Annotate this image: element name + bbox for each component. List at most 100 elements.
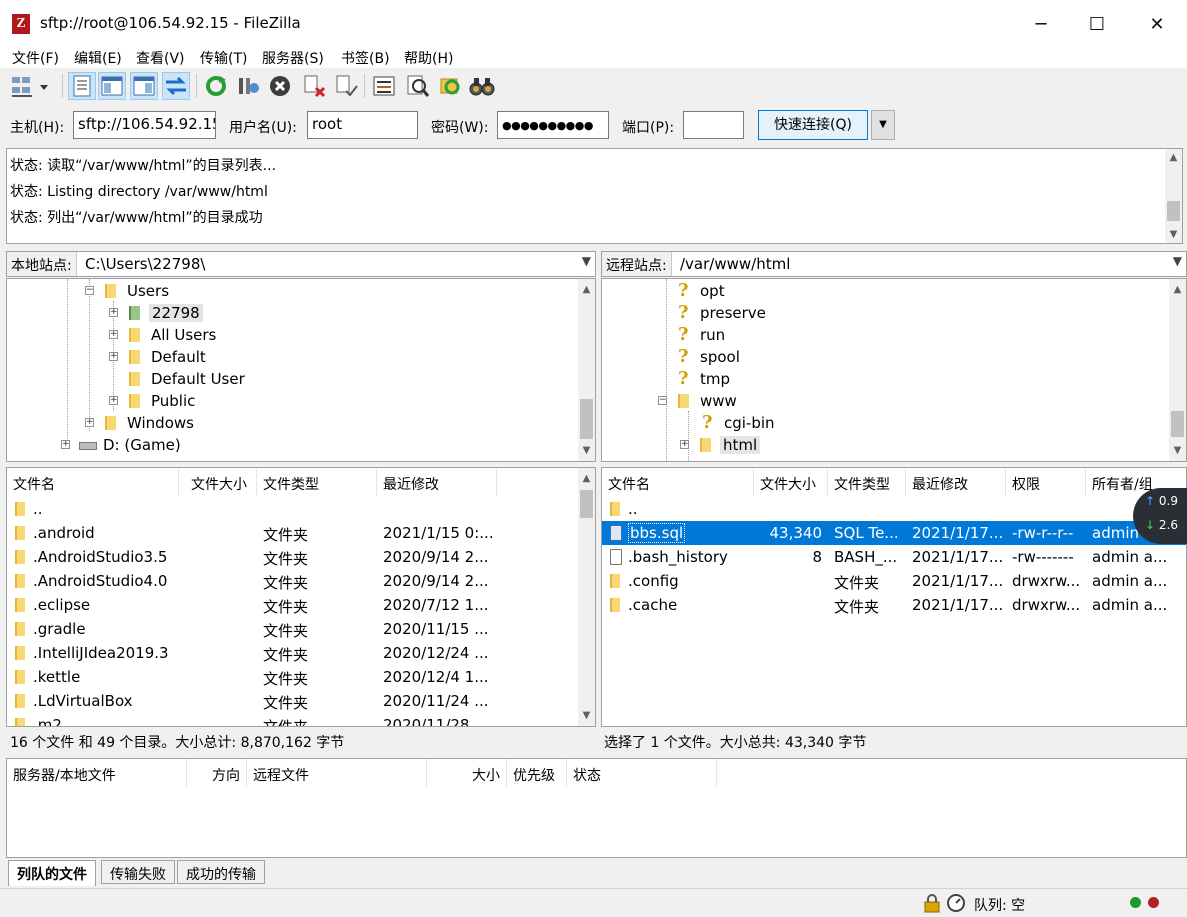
column-header-filesize[interactable]: 文件大小 <box>185 468 257 496</box>
toggle-queue-icon[interactable] <box>162 72 190 100</box>
quickconnect-button[interactable]: 快速连接(Q) <box>758 110 868 140</box>
tree-node-drive-d[interactable]: + D: (Game) <box>59 434 359 456</box>
file-row-selected[interactable]: bbs.sql 43,340 SQL Te... 2021/1/17... -r… <box>602 521 1186 545</box>
port-input[interactable] <box>683 111 744 139</box>
column-header-remote-file[interactable]: 远程文件 <box>247 759 427 787</box>
tree-node-default-user[interactable]: Default User <box>107 368 407 390</box>
expand-icon[interactable]: + <box>61 440 70 449</box>
site-manager-icon[interactable] <box>8 72 56 100</box>
column-header-filetype[interactable]: 文件类型 <box>828 468 906 496</box>
column-header-size[interactable]: 大小 <box>427 759 507 787</box>
sync-browse-icon[interactable] <box>436 72 464 100</box>
toggle-local-tree-icon[interactable] <box>98 72 126 100</box>
password-input[interactable]: ●●●●●●●●●● <box>497 111 609 139</box>
column-header-modified[interactable]: 最近修改 <box>906 468 1006 496</box>
menu-server[interactable]: 服务器(S) <box>262 48 324 68</box>
remote-tree-scrollbar[interactable]: ▲ ▼ <box>1169 279 1186 461</box>
disconnect-icon[interactable] <box>300 72 328 100</box>
tab-successful-transfers[interactable]: 成功的传输 <box>177 860 265 884</box>
scroll-down-icon[interactable]: ▼ <box>1169 442 1186 459</box>
tree-node-cgi-bin[interactable]: ? cgi-bin <box>698 412 998 434</box>
file-row[interactable]: .AndroidStudio3.5 文件夹 2020/9/14 2... <box>7 545 577 569</box>
search-icon[interactable] <box>468 72 496 100</box>
scroll-thumb[interactable] <box>1167 201 1180 221</box>
remote-file-list[interactable]: 文件名 文件大小 文件类型 最近修改 权限 所有者/组 .. bbs.sql 4… <box>601 467 1187 727</box>
tree-node-spool[interactable]: ? spool <box>674 346 974 368</box>
close-button[interactable]: ✕ <box>1134 8 1180 42</box>
file-row[interactable]: .android 文件夹 2021/1/15 0:... <box>7 521 577 545</box>
log-scrollbar[interactable]: ▲ ▼ <box>1165 149 1182 243</box>
cancel-icon[interactable] <box>266 72 294 100</box>
file-row[interactable]: .AndroidStudio4.0 文件夹 2020/9/14 2... <box>7 569 577 593</box>
column-header-permissions[interactable]: 权限 <box>1006 468 1086 496</box>
column-header-direction[interactable]: 方向 <box>187 759 247 787</box>
column-header-modified[interactable]: 最近修改 <box>377 468 497 496</box>
remote-path-input[interactable]: /var/www/html <box>680 255 790 273</box>
tree-node-22798[interactable]: + 22798 <box>107 302 407 324</box>
host-input[interactable]: sftp://106.54.92.15 <box>73 111 216 139</box>
tree-node-preserve[interactable]: ? preserve <box>674 302 974 324</box>
menu-help[interactable]: 帮助(H) <box>404 48 453 68</box>
scroll-thumb[interactable] <box>580 490 593 518</box>
chevron-down-icon[interactable]: ▼ <box>582 254 591 268</box>
file-row[interactable]: .cache 文件夹 2021/1/17... drwxrw... admin … <box>602 593 1186 617</box>
scroll-up-icon[interactable]: ▲ <box>1165 149 1182 166</box>
tree-node-users[interactable]: − Users <box>83 280 383 302</box>
file-row[interactable]: .LdVirtualBox 文件夹 2020/11/24 ... <box>7 689 577 713</box>
reconnect-icon[interactable] <box>332 72 360 100</box>
transfer-queue[interactable]: 服务器/本地文件 方向 远程文件 大小 优先级 状态 <box>6 758 1187 858</box>
local-file-list[interactable]: 文件名 文件大小 文件类型 最近修改 .. .android 文件夹 2021/1/… <box>6 467 596 727</box>
scroll-up-icon[interactable]: ▲ <box>578 281 595 298</box>
file-row[interactable]: .config 文件夹 2021/1/17... drwxrw... admin… <box>602 569 1186 593</box>
tree-node-www[interactable]: − www <box>656 390 956 412</box>
file-row[interactable]: .. <box>7 497 577 521</box>
scroll-thumb[interactable] <box>1171 411 1184 437</box>
tree-node-windows[interactable]: + Windows <box>83 412 383 434</box>
local-list-scrollbar[interactable]: ▲ ▼ <box>578 468 595 726</box>
expand-icon[interactable]: + <box>109 330 118 339</box>
tree-node-html[interactable]: + html <box>678 434 978 456</box>
expand-icon[interactable]: + <box>109 396 118 405</box>
menu-file[interactable]: 文件(F) <box>12 48 59 68</box>
file-row[interactable]: .. <box>602 497 1186 521</box>
expand-icon[interactable]: + <box>109 352 118 361</box>
expand-icon[interactable]: + <box>85 418 94 427</box>
tree-node-opt[interactable]: ? opt <box>674 280 974 302</box>
column-header-status[interactable]: 状态 <box>567 759 717 787</box>
menu-bookmarks[interactable]: 书签(B) <box>341 48 390 68</box>
file-row[interactable]: .gradle 文件夹 2020/11/15 ... <box>7 617 577 641</box>
column-header-filesize[interactable]: 文件大小 <box>754 468 828 496</box>
expand-icon[interactable]: + <box>680 440 689 449</box>
toggle-remote-tree-icon[interactable] <box>130 72 158 100</box>
scroll-down-icon[interactable]: ▼ <box>578 442 595 459</box>
username-input[interactable]: root <box>307 111 418 139</box>
filter-icon[interactable] <box>370 72 398 100</box>
column-header-server-local[interactable]: 服务器/本地文件 <box>7 759 187 787</box>
compare-icon[interactable] <box>404 72 432 100</box>
local-tree-scrollbar[interactable]: ▲ ▼ <box>578 279 595 461</box>
tab-failed-transfers[interactable]: 传输失败 <box>101 860 175 884</box>
collapse-icon[interactable]: − <box>658 396 667 405</box>
process-queue-icon[interactable] <box>234 72 262 100</box>
column-header-filename[interactable]: 文件名 <box>7 468 179 496</box>
file-row[interactable]: .kettle 文件夹 2020/12/4 1... <box>7 665 577 689</box>
tree-node-tmp[interactable]: ? tmp <box>674 368 974 390</box>
column-header-priority[interactable]: 优先级 <box>507 759 567 787</box>
expand-icon[interactable]: + <box>109 308 118 317</box>
refresh-icon[interactable] <box>202 72 230 100</box>
tree-node-public[interactable]: + Public <box>107 390 407 412</box>
file-row[interactable]: .bash_history 8 BASH_... 2021/1/17... -r… <box>602 545 1186 569</box>
tree-node-all-users[interactable]: + All Users <box>107 324 407 346</box>
local-path-input[interactable]: C:\Users\22798\ <box>85 255 205 273</box>
column-header-filetype[interactable]: 文件类型 <box>257 468 377 496</box>
column-header-filename[interactable]: 文件名 <box>602 468 754 496</box>
menu-edit[interactable]: 编辑(E) <box>74 48 122 68</box>
quickconnect-history-dropdown[interactable]: ▼ <box>871 110 895 140</box>
minimize-button[interactable]: ─ <box>1018 8 1064 42</box>
scroll-up-icon[interactable]: ▲ <box>1169 281 1186 298</box>
scroll-down-icon[interactable]: ▼ <box>1165 226 1182 243</box>
file-row[interactable]: .m2 文件夹 2020/11/28 ... <box>7 713 577 726</box>
scroll-down-icon[interactable]: ▼ <box>578 707 595 724</box>
collapse-icon[interactable]: − <box>85 286 94 295</box>
maximize-button[interactable]: ☐ <box>1074 8 1120 42</box>
